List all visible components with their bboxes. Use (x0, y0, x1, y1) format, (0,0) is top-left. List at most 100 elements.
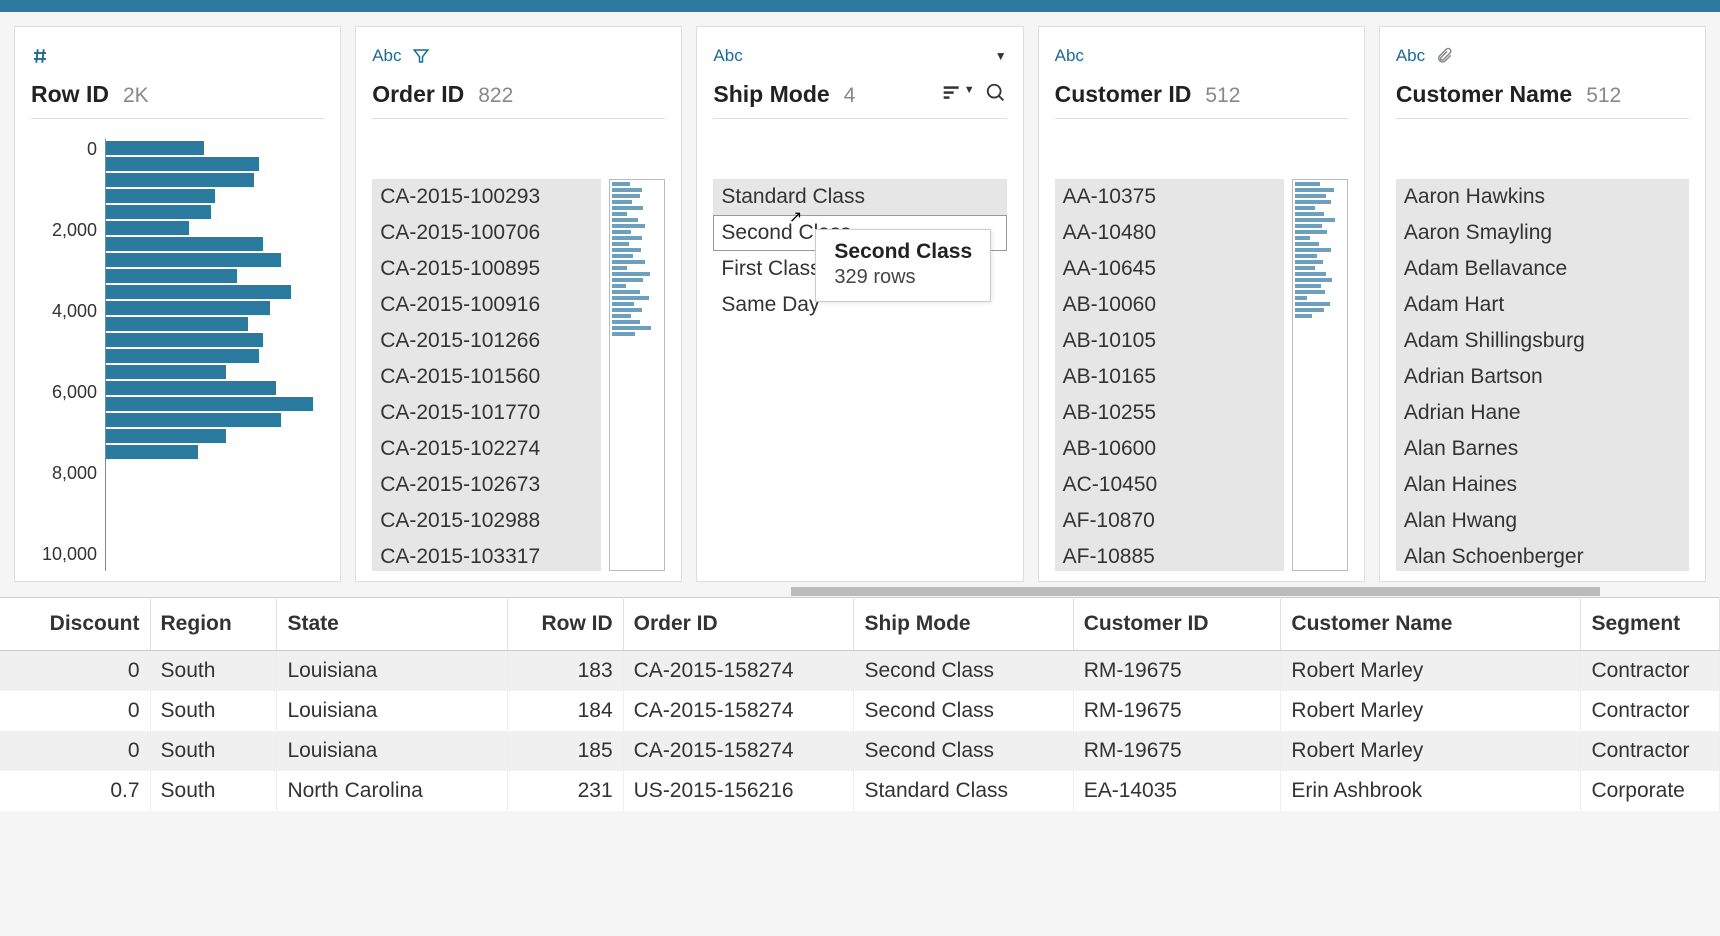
axis-tick: 0 (31, 139, 97, 160)
column-title[interactable]: Customer Name (1396, 81, 1572, 108)
histogram-bars[interactable] (105, 139, 324, 571)
value-item[interactable]: AA-10645 (1055, 251, 1284, 287)
card-body: Standard ClassSecond ClassFirst ClassSam… (713, 129, 1006, 571)
value-item[interactable]: CA-2015-103317 (372, 539, 601, 571)
table-header-cell[interactable]: Order ID (623, 598, 854, 651)
value-item[interactable]: CA-2015-102988 (372, 503, 601, 539)
table-row[interactable]: 0SouthLouisiana184CA-2015-158274Second C… (0, 691, 1720, 731)
table-cell: Contractor (1581, 731, 1720, 771)
table-header-cell[interactable]: Ship Mode (854, 598, 1073, 651)
histogram-bar (106, 381, 276, 395)
table-header-cell[interactable]: Segment (1581, 598, 1720, 651)
value-item[interactable]: CA-2015-100706 (372, 215, 601, 251)
table-row[interactable]: 0.7SouthNorth Carolina231US-2015-156216S… (0, 771, 1720, 811)
header-actions: ▼ (942, 82, 1007, 104)
value-item[interactable]: Adam Bellavance (1396, 251, 1689, 287)
column-title[interactable]: Row ID (31, 81, 109, 108)
histogram-bar (106, 413, 281, 427)
histogram-bar (106, 173, 254, 187)
mini-chart[interactable] (609, 179, 665, 571)
value-item[interactable]: Standard Class (713, 179, 1006, 215)
table-cell: Second Class (854, 691, 1073, 731)
value-item[interactable]: AF-10885 (1055, 539, 1284, 571)
value-item[interactable]: Adam Hart (1396, 287, 1689, 323)
table-cell: 231 (508, 771, 623, 811)
table-cell: Louisiana (277, 731, 508, 771)
value-item[interactable]: Aaron Hawkins (1396, 179, 1689, 215)
table-cell: Standard Class (854, 771, 1073, 811)
table-header-cell[interactable]: Region (150, 598, 277, 651)
value-item[interactable]: CA-2015-102673 (372, 467, 601, 503)
table-cell: South (150, 691, 277, 731)
mini-bar (612, 260, 645, 264)
table-header-cell[interactable]: State (277, 598, 508, 651)
mini-bar (1295, 254, 1317, 258)
value-item[interactable]: CA-2015-102274 (372, 431, 601, 467)
value-item[interactable]: AB-10600 (1055, 431, 1284, 467)
table-cell: 183 (508, 651, 623, 692)
mini-bar (612, 182, 630, 186)
card-body: 02,0004,0006,0008,00010,000 (31, 129, 324, 571)
table-cell: Contractor (1581, 691, 1720, 731)
value-item[interactable]: AB-10060 (1055, 287, 1284, 323)
sort-icon[interactable]: ▼ (942, 84, 975, 102)
value-item[interactable]: Adrian Hane (1396, 395, 1689, 431)
value-item[interactable]: CA-2015-100293 (372, 179, 601, 215)
profile-card[interactable]: Row ID2K02,0004,0006,0008,00010,000 (14, 26, 341, 582)
table-row[interactable]: 0SouthLouisiana183CA-2015-158274Second C… (0, 651, 1720, 692)
column-title[interactable]: Order ID (372, 81, 464, 108)
horizontal-scroll-track[interactable] (0, 586, 1720, 597)
value-item[interactable]: CA-2015-100916 (372, 287, 601, 323)
value-item[interactable]: CA-2015-101560 (372, 359, 601, 395)
value-item[interactable]: AA-10480 (1055, 215, 1284, 251)
type-row: Abc (1396, 45, 1689, 67)
profile-card[interactable]: AbcCustomer ID512AA-10375AA-10480AA-1064… (1038, 26, 1365, 582)
mini-bar (1295, 200, 1331, 204)
value-item[interactable]: Alan Haines (1396, 467, 1689, 503)
value-item[interactable]: Aaron Smayling (1396, 215, 1689, 251)
column-title[interactable]: Ship Mode (713, 81, 829, 108)
search-icon[interactable] (985, 82, 1007, 104)
value-item[interactable]: AB-10255 (1055, 395, 1284, 431)
horizontal-scroll-thumb[interactable] (791, 587, 1599, 596)
value-item[interactable]: CA-2015-100895 (372, 251, 601, 287)
table-header-cell[interactable]: Customer ID (1073, 598, 1281, 651)
value-item[interactable]: AB-10105 (1055, 323, 1284, 359)
mini-bar (612, 248, 641, 252)
profile-card[interactable]: Abc▼Ship Mode4▼Standard ClassSecond Clas… (696, 26, 1023, 582)
table-cell: 0 (0, 651, 150, 692)
value-item[interactable]: AB-10165 (1055, 359, 1284, 395)
histogram-bar (106, 253, 281, 267)
mini-bar (1295, 206, 1315, 210)
value-item[interactable]: AC-10450 (1055, 467, 1284, 503)
mini-bar (612, 224, 645, 228)
profile-card[interactable]: AbcCustomer Name512Aaron HawkinsAaron Sm… (1379, 26, 1706, 582)
histogram-bar (106, 189, 215, 203)
value-list: Aaron HawkinsAaron SmaylingAdam Bellavan… (1396, 179, 1689, 571)
value-item[interactable]: Alan Hwang (1396, 503, 1689, 539)
value-item[interactable]: CA-2015-101770 (372, 395, 601, 431)
table-header-cell[interactable]: Customer Name (1281, 598, 1581, 651)
value-item[interactable]: AF-10870 (1055, 503, 1284, 539)
mini-bar (612, 266, 627, 270)
value-item[interactable]: Adrian Bartson (1396, 359, 1689, 395)
value-item[interactable]: CA-2015-101266 (372, 323, 601, 359)
mini-bar (612, 320, 640, 324)
mini-chart[interactable] (1292, 179, 1348, 571)
histogram-bar (106, 365, 226, 379)
table-header-cell[interactable]: Discount (0, 598, 150, 651)
value-item[interactable]: Alan Schoenberger (1396, 539, 1689, 571)
column-title[interactable]: Customer ID (1055, 81, 1192, 108)
value-item[interactable]: Alan Barnes (1396, 431, 1689, 467)
table-row[interactable]: 0SouthLouisiana185CA-2015-158274Second C… (0, 731, 1720, 771)
mini-bar (612, 332, 635, 336)
table-header-cell[interactable]: Row ID (508, 598, 623, 651)
dropdown_chevron-icon[interactable]: ▼ (995, 49, 1007, 63)
mini-bar (612, 302, 634, 306)
profile-card[interactable]: AbcOrder ID822CA-2015-100293CA-2015-1007… (355, 26, 682, 582)
value-item[interactable]: AA-10375 (1055, 179, 1284, 215)
value-item[interactable]: Adam Shillingsburg (1396, 323, 1689, 359)
mini-bar (1295, 182, 1320, 186)
histogram-bar (106, 269, 237, 283)
table-cell: South (150, 651, 277, 692)
